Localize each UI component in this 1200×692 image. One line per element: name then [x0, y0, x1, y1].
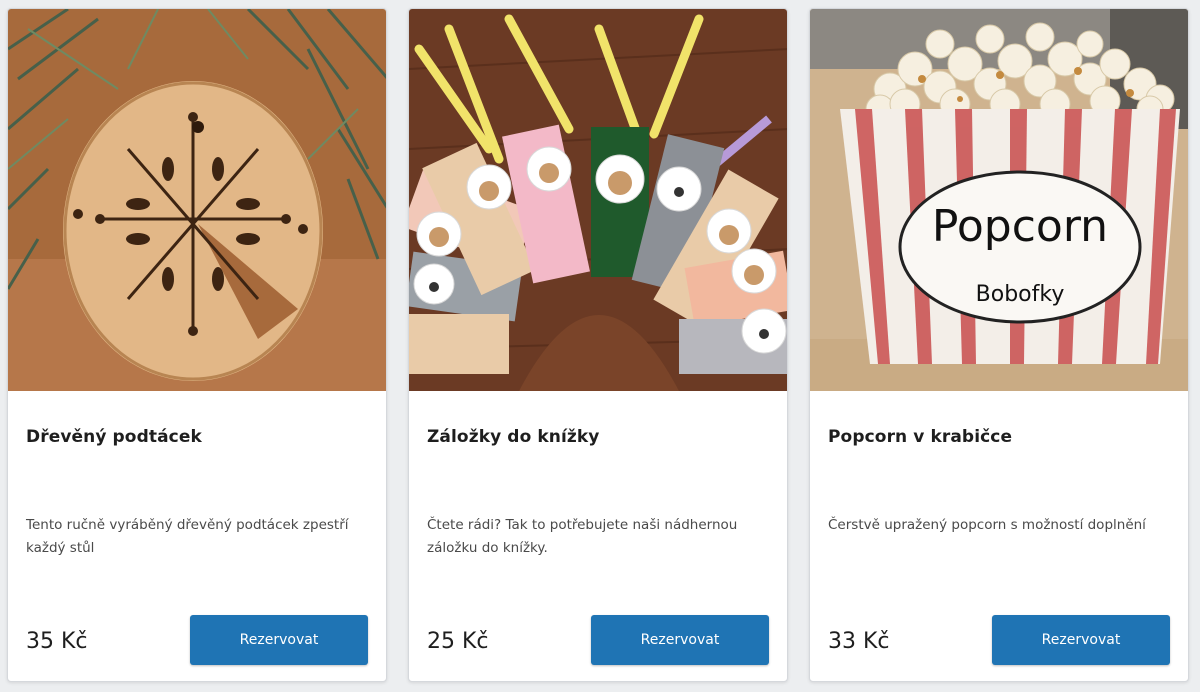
product-price: 25 Kč	[427, 629, 489, 654]
product-card-bookmarks: Záložky do knížky Čtete rádi? Tak to pot…	[408, 8, 788, 682]
reserve-button-coaster[interactable]: Rezervovat	[190, 615, 368, 665]
product-card-popcorn: Popcorn Bobofky Popcorn v krabičce Čerst…	[809, 8, 1189, 682]
wooden-coaster-photo	[8, 9, 386, 391]
product-grid: Dřevěný podtácek Tento ručně vyráběný dř…	[0, 0, 1200, 692]
product-price: 33 Kč	[828, 629, 890, 654]
popcorn-label-subtext: Bobofky	[976, 282, 1065, 307]
product-description: Čtete rádi? Tak to potřebujete naši nádh…	[427, 517, 738, 556]
popcorn-box-photo: Popcorn Bobofky	[810, 9, 1188, 391]
product-price: 35 Kč	[26, 629, 88, 654]
product-description: Tento ručně vyráběný dřevěný podtácek zp…	[26, 517, 349, 556]
product-title: Dřevěný podtácek	[26, 427, 202, 447]
product-card-coaster: Dřevěný podtácek Tento ručně vyráběný dř…	[7, 8, 387, 682]
bookmarks-photo	[409, 9, 787, 391]
reserve-button-bookmarks[interactable]: Rezervovat	[591, 615, 769, 665]
product-title: Popcorn v krabičce	[828, 427, 1013, 447]
reserve-button-popcorn[interactable]: Rezervovat	[992, 615, 1170, 665]
popcorn-label-text: Popcorn	[932, 201, 1108, 252]
product-title: Záložky do knížky	[427, 427, 600, 447]
product-description: Čerstvě upražený popcorn s možností dopl…	[828, 517, 1146, 533]
